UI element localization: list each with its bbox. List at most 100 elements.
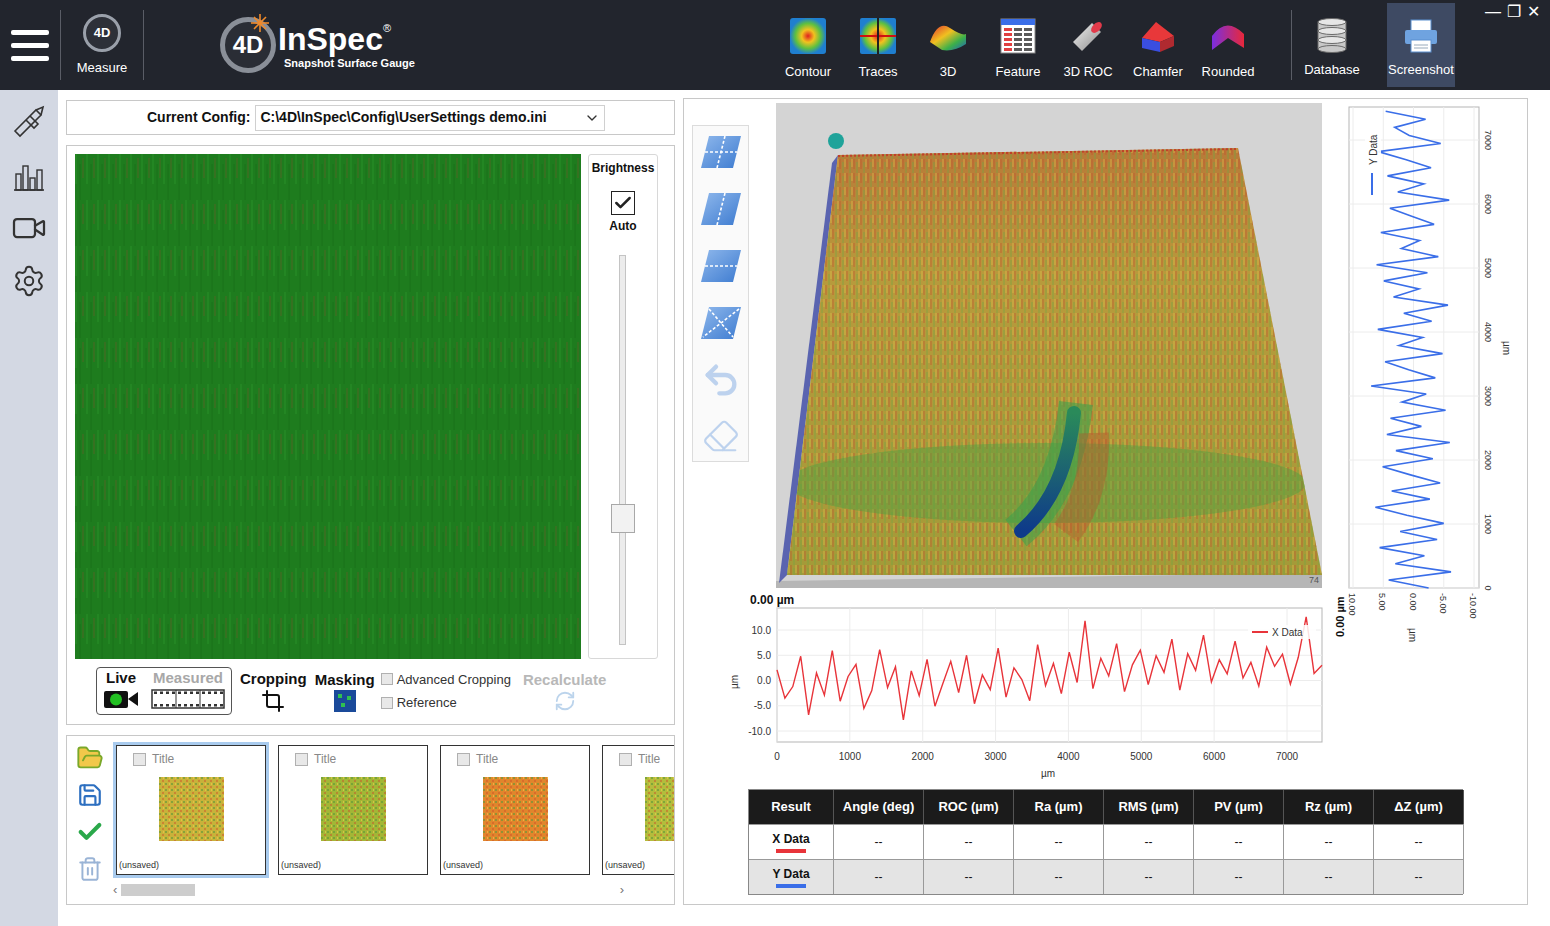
tick-label: 5.00 [1377,593,1387,611]
tick-label: -10.00 [1468,593,1478,619]
config-select[interactable]: C:\4D\InSpec\Config\UserSettings demo.in… [255,105,605,131]
plane-grid-icon[interactable] [699,132,743,172]
table-cell: -- [924,859,1014,894]
table-cell: -- [924,824,1014,859]
view-mode[interactable]: Measured [145,668,231,714]
table-cell: -- [1374,859,1464,894]
legend-label: Y Data [1368,134,1379,165]
surface-3d-view[interactable]: 74 [776,103,1322,588]
scroll-thumb[interactable] [121,884,195,896]
axis-corner-label: 74 [1309,575,1319,585]
camera-tool[interactable]: Masking [315,670,375,712]
sidebar-item[interactable] [7,263,51,299]
brightness-slider[interactable] [611,255,635,645]
gear-icon [12,264,46,298]
slider-thumb[interactable] [611,504,635,533]
option-checkbox[interactable]: Reference [381,693,511,713]
tick-label: 2000 [1483,450,1493,470]
table-cell: -- [834,859,924,894]
checkbox[interactable] [381,673,393,685]
gallery-scrollbar[interactable]: ‹› [113,882,628,898]
gallery-item[interactable]: Title(unsaved) [599,742,674,878]
app-logo: 4DInSpec®Snapshot Surface Gauge [220,0,415,90]
tick-label: 7000 [1483,130,1493,150]
brightness-panel: BrightnessAuto [588,154,658,659]
chamfer-icon [1138,16,1178,56]
plane-vertical-icon[interactable] [699,189,743,229]
thumbnail-image [483,777,548,841]
view-button[interactable]: 3D ROC [1053,0,1123,90]
crop-icon [261,689,285,713]
window-control-button[interactable]: — [1485,1,1501,23]
action-button[interactable]: Screenshot [1387,3,1455,87]
table-cell: -- [1014,859,1104,894]
checkbox[interactable] [619,753,632,766]
tick-label: 5000 [1130,751,1153,762]
table-header: ROC (µm) [924,790,1014,824]
action-button[interactable]: Database [1297,3,1367,87]
marker-dot[interactable] [828,133,844,149]
recalculate-button[interactable]: Recalculate [523,670,606,712]
tick-label: 0.00 [1408,593,1418,611]
accept-check-icon[interactable] [76,818,104,846]
y-data-line [1371,111,1451,588]
save-icon[interactable] [77,782,103,808]
tick-label: -5.0 [754,700,772,711]
table-cell: -- [834,824,924,859]
tick-label: 6000 [1483,194,1493,214]
caliper-icon [12,105,46,139]
table-row-label: X Data [749,824,834,859]
view-button[interactable]: Chamfer [1123,0,1193,90]
plane-horizontal-icon[interactable] [699,246,743,286]
axis-label: 0.00 µm [750,593,794,607]
y-trace-chart[interactable]: Y Data0100020003000400050006000700010.00… [1335,103,1527,648]
table-header: Angle (deg) [834,790,924,824]
open-folder-icon[interactable] [76,744,104,772]
window-control-button[interactable]: ❐ [1507,1,1521,23]
measure-button[interactable]: 4DMeasure [61,0,143,90]
view-button[interactable]: Traces [843,0,913,90]
unit-label: µm [1407,628,1418,642]
sidebar-item[interactable] [7,210,51,246]
view-mode[interactable]: Live [97,668,145,714]
table-cell: -- [1284,824,1374,859]
window-control-button[interactable]: ✕ [1527,1,1540,23]
view-button[interactable]: 3D [913,0,983,90]
menu-button[interactable] [0,0,60,90]
checkbox[interactable] [133,753,146,766]
gallery-item[interactable]: Title(unsaved) [437,742,593,878]
undo-icon[interactable] [701,360,741,400]
table-cell: -- [1194,859,1284,894]
plane-cross-icon[interactable] [699,303,743,343]
legend-swatch [1252,631,1268,633]
checkbox[interactable] [295,753,308,766]
table-cell: -- [1374,824,1464,859]
table-cell: -- [1194,824,1284,859]
x-trace-chart[interactable]: 0.00 µm10.05.00.0-5.0-10.001000200030004… [724,590,1324,782]
tick-label: 5.0 [757,650,771,661]
thumbnail-image [321,777,386,841]
sidebar-item[interactable] [7,104,51,140]
axis-label: 0.00 µm [1335,596,1346,637]
view-button[interactable]: Contour [773,0,843,90]
gallery-panel: Title(unsaved)Title(unsaved)Title(unsave… [66,735,675,905]
gallery-item[interactable]: Title(unsaved) [275,742,431,878]
view-button[interactable]: Feature [983,0,1053,90]
eraser-icon[interactable] [702,417,740,455]
sidebar-item[interactable] [7,157,51,193]
unit-label: µm [1041,768,1055,779]
live-camera-image[interactable] [75,154,581,659]
view-button[interactable]: Rounded [1193,0,1263,90]
check-icon [613,193,633,213]
trash-icon[interactable] [77,856,103,882]
camera-tool[interactable]: Cropping [240,669,307,713]
table-cell: -- [1104,859,1194,894]
thumbnail-image [645,777,675,841]
option-checkbox[interactable]: Advanced Cropping [381,670,511,690]
table-header: RMS (µm) [1104,790,1194,824]
checkbox[interactable] [611,191,635,215]
checkbox[interactable] [381,697,393,709]
gallery-item[interactable]: Title(unsaved) [113,742,269,878]
measure-icon: 4D [83,14,121,52]
checkbox[interactable] [457,753,470,766]
